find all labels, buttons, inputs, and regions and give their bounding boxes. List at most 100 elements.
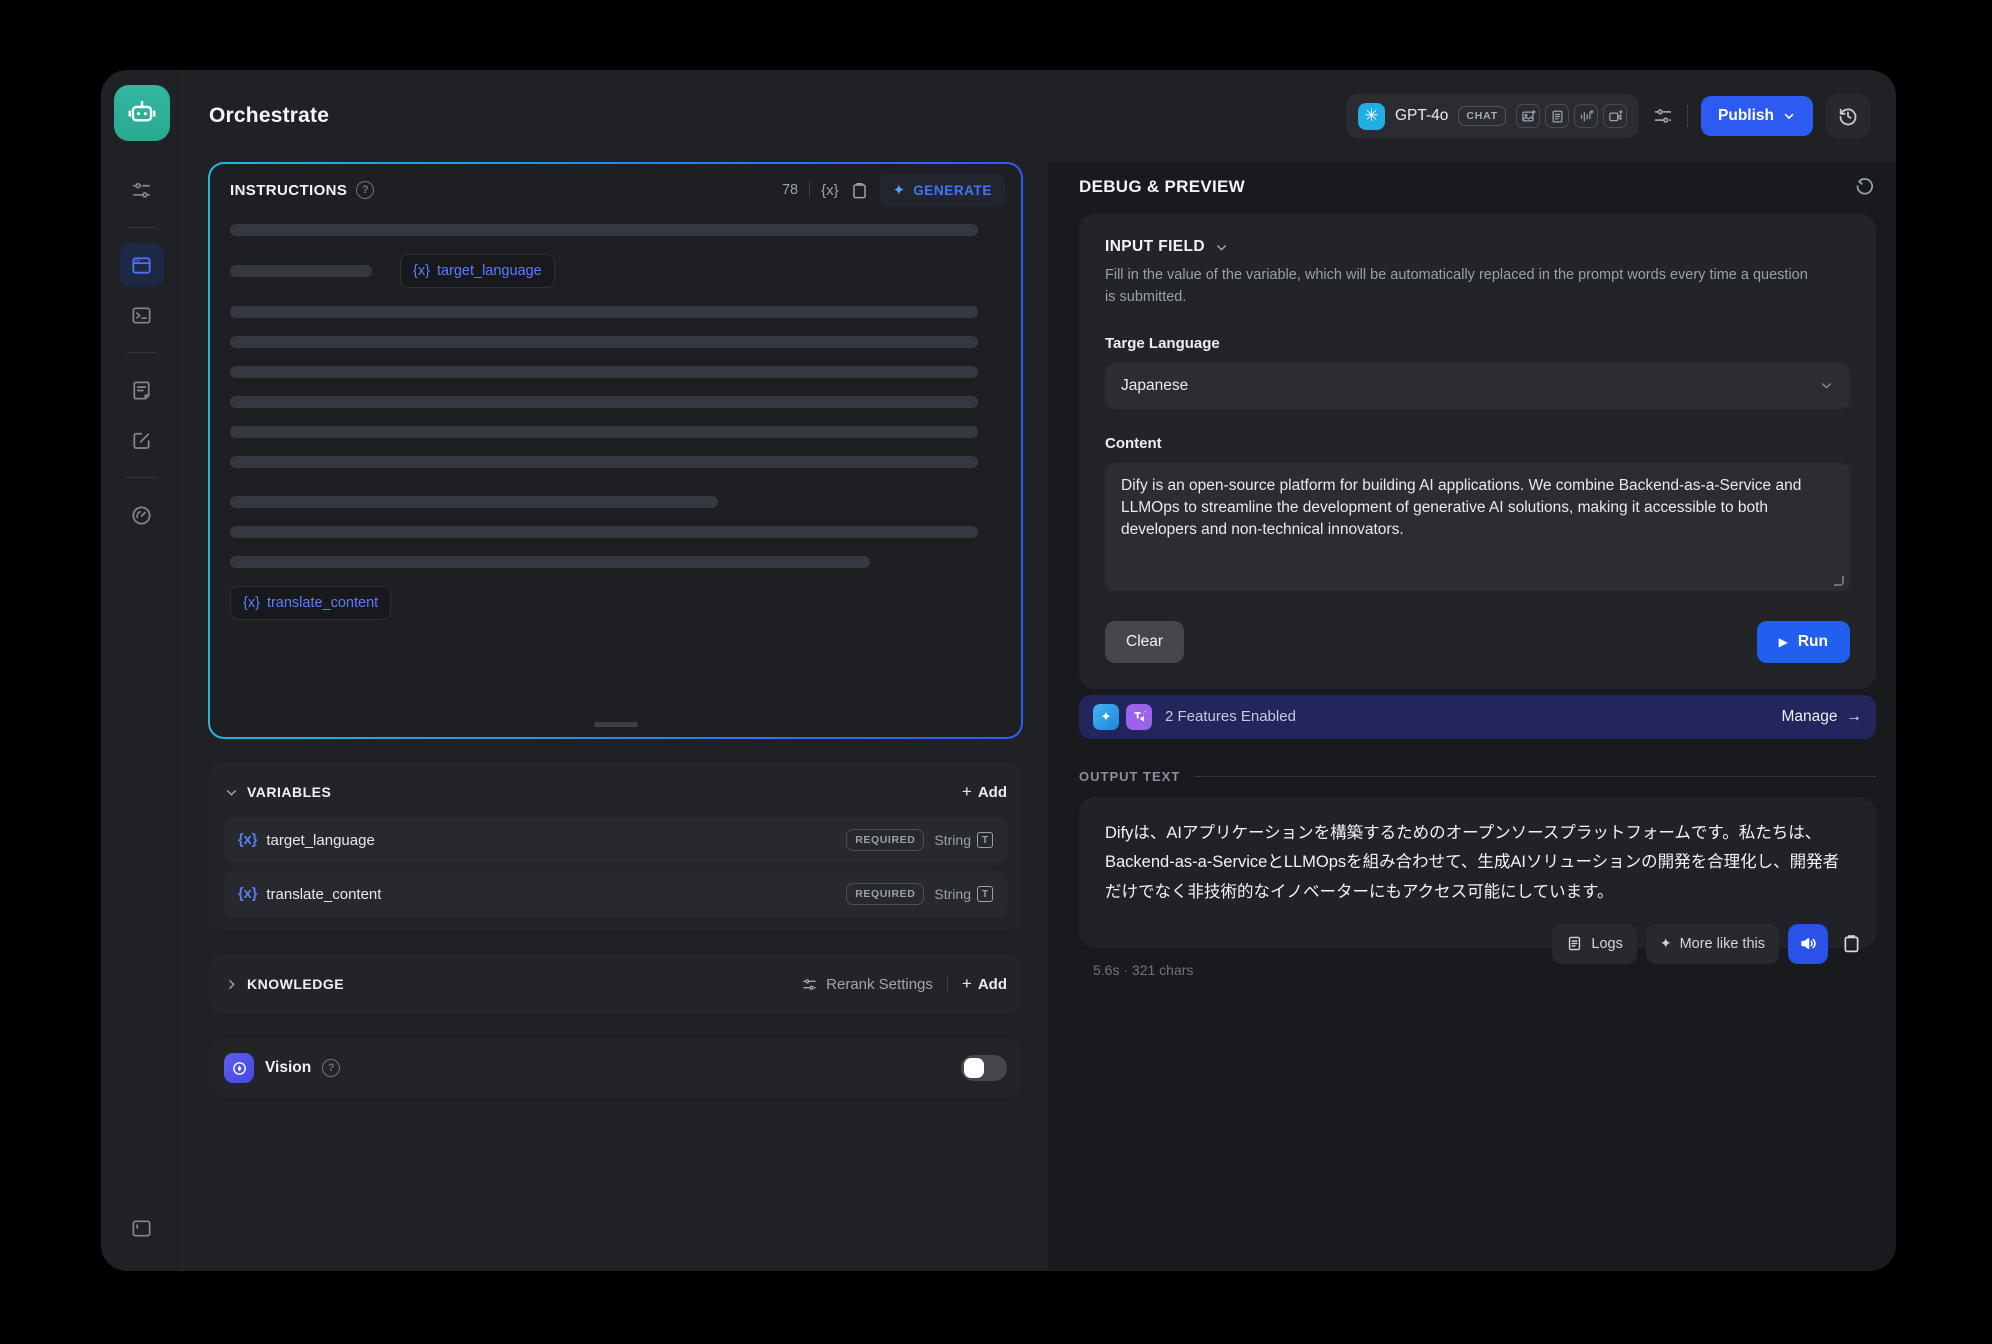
input-field-card: INPUT FIELD Fill in the value of the var… xyxy=(1079,214,1876,689)
insert-variable-icon[interactable]: {x} xyxy=(821,182,839,199)
skeleton-line xyxy=(230,336,978,348)
vision-help-icon[interactable]: ? xyxy=(322,1059,340,1077)
string-type-icon: T xyxy=(977,832,993,848)
left-rail xyxy=(101,70,183,1271)
audio-capability-icon xyxy=(1574,104,1598,128)
skeleton-line xyxy=(230,224,978,236)
string-type-icon: T xyxy=(977,886,993,902)
rail-item-monitoring[interactable] xyxy=(120,493,164,537)
debug-preview-pane: DEBUG & PREVIEW INPUT FIELD Fill xyxy=(1049,162,1896,1271)
toolbar-divider xyxy=(1687,105,1688,127)
vision-section: Vision ? xyxy=(208,1039,1023,1097)
variable-chip-target-language[interactable]: {x} target_language xyxy=(400,254,555,288)
video-capability-icon xyxy=(1603,104,1627,128)
rail-divider xyxy=(127,227,157,228)
skeleton-line xyxy=(230,306,978,318)
char-count: 78 xyxy=(782,182,798,198)
divider xyxy=(947,975,948,993)
output-divider xyxy=(1194,776,1876,777)
vision-icon xyxy=(224,1053,254,1083)
textarea-resize-handle[interactable] xyxy=(1834,576,1844,586)
orchestrate-pane: INSTRUCTIONS ? 78 {x} xyxy=(183,162,1049,1271)
knowledge-section: KNOWLEDGE Rerank Settings + Add xyxy=(208,955,1023,1013)
openai-logo-icon: ✳ xyxy=(1358,103,1385,130)
instructions-help-icon[interactable]: ? xyxy=(356,181,374,199)
rail-divider xyxy=(127,352,157,353)
variable-type: String T xyxy=(934,832,993,848)
features-bar[interactable]: ✦ 2 Features Enabled Manage → xyxy=(1079,695,1876,739)
output-text: Difyは、AIアプリケーションを構築するためのオープンソースプラットフォームで… xyxy=(1105,819,1850,908)
sparkle-icon: ✦ xyxy=(893,181,906,199)
chevron-down-icon xyxy=(1214,240,1229,255)
clear-button[interactable]: Clear xyxy=(1105,621,1184,663)
model-name: GPT-4o xyxy=(1395,107,1448,125)
manage-features-button[interactable]: Manage → xyxy=(1781,708,1862,726)
top-bar: Orchestrate ✳ GPT-4o CHAT xyxy=(183,70,1896,162)
rail-item-logs[interactable] xyxy=(120,368,164,412)
more-like-this-button[interactable]: ✦ More like this xyxy=(1646,924,1779,964)
model-parameters-icon[interactable] xyxy=(1652,105,1674,127)
debug-preview-title: DEBUG & PREVIEW xyxy=(1079,177,1245,197)
variable-chip-translate-content[interactable]: {x} translate_content xyxy=(230,586,391,620)
generate-button[interactable]: ✦ GENERATE xyxy=(880,173,1005,207)
chat-mode-badge: CHAT xyxy=(1458,106,1506,126)
variables-section: VARIABLES + Add {x} target_language REQU… xyxy=(208,763,1023,931)
rail-item-annotation[interactable] xyxy=(120,418,164,462)
skeleton-line xyxy=(230,526,978,538)
variable-row[interactable]: {x} translate_content REQUIRED String T xyxy=(224,871,1007,917)
copy-prompt-icon[interactable] xyxy=(850,181,869,200)
instructions-title: INSTRUCTIONS xyxy=(230,182,347,199)
play-icon: ▶ xyxy=(1779,635,1788,649)
rail-item-orchestrate-active[interactable] xyxy=(120,243,164,287)
skeleton-line xyxy=(230,426,978,438)
required-badge: REQUIRED xyxy=(846,829,924,851)
knowledge-title: KNOWLEDGE xyxy=(247,976,344,992)
model-selector[interactable]: ✳ GPT-4o CHAT xyxy=(1346,94,1639,138)
add-variable-button[interactable]: + Add xyxy=(962,782,1007,802)
content-textarea[interactable]: Dify is an open-source platform for buil… xyxy=(1105,463,1850,591)
chevron-down-icon[interactable] xyxy=(224,785,239,800)
target-language-select[interactable]: Japanese xyxy=(1105,363,1850,409)
skeleton-line xyxy=(230,456,978,468)
add-knowledge-button[interactable]: + Add xyxy=(962,974,1007,994)
sparkle-icon: ✦ xyxy=(1660,935,1672,952)
rerank-settings-button[interactable]: Rerank Settings xyxy=(801,976,933,993)
text-to-speech-button[interactable] xyxy=(1788,924,1828,964)
variable-type: String T xyxy=(934,886,993,902)
language-field-label: Targe Language xyxy=(1105,335,1850,352)
generate-feature-icon: ✦ xyxy=(1093,704,1119,730)
skeleton-line xyxy=(230,496,718,508)
vision-label: Vision xyxy=(265,1059,311,1077)
plus-icon: + xyxy=(962,974,972,994)
copy-output-icon[interactable] xyxy=(1841,933,1862,954)
variable-row[interactable]: {x} target_language REQUIRED String T xyxy=(224,817,1007,863)
skeleton-line xyxy=(230,366,978,378)
divider xyxy=(809,182,810,198)
output-text-title: OUTPUT TEXT xyxy=(1079,769,1180,784)
input-field-description: Fill in the value of the variable, which… xyxy=(1105,265,1820,309)
run-button[interactable]: ▶ Run xyxy=(1757,621,1850,663)
prompt-editor[interactable]: {x} target_language xyxy=(210,216,1021,737)
skeleton-line xyxy=(230,396,978,408)
collapse-sidebar-icon[interactable] xyxy=(120,1206,164,1250)
chevron-right-icon[interactable] xyxy=(224,977,239,992)
vision-toggle[interactable] xyxy=(961,1055,1007,1081)
variables-title: VARIABLES xyxy=(247,784,331,800)
skeleton-line xyxy=(230,265,372,277)
rail-divider xyxy=(127,477,157,478)
output-meta: 5.6s · 321 chars xyxy=(1093,962,1876,978)
reset-debug-icon[interactable] xyxy=(1854,176,1876,198)
version-history-icon[interactable] xyxy=(1826,94,1870,138)
panel-resize-handle[interactable] xyxy=(594,722,638,727)
arrow-right-icon: → xyxy=(1847,708,1863,726)
input-field-header[interactable]: INPUT FIELD xyxy=(1105,238,1850,256)
app-logo-robot-icon[interactable] xyxy=(114,85,170,141)
text-to-speech-feature-icon xyxy=(1126,704,1152,730)
logs-button[interactable]: Logs xyxy=(1552,924,1636,964)
instructions-panel: INSTRUCTIONS ? 78 {x} xyxy=(208,162,1023,739)
document-capability-icon xyxy=(1545,104,1569,128)
publish-button[interactable]: Publish xyxy=(1701,96,1813,136)
orchestrate-settings-icon[interactable] xyxy=(120,168,164,212)
rail-item-terminal[interactable] xyxy=(120,293,164,337)
plus-icon: + xyxy=(962,782,972,802)
